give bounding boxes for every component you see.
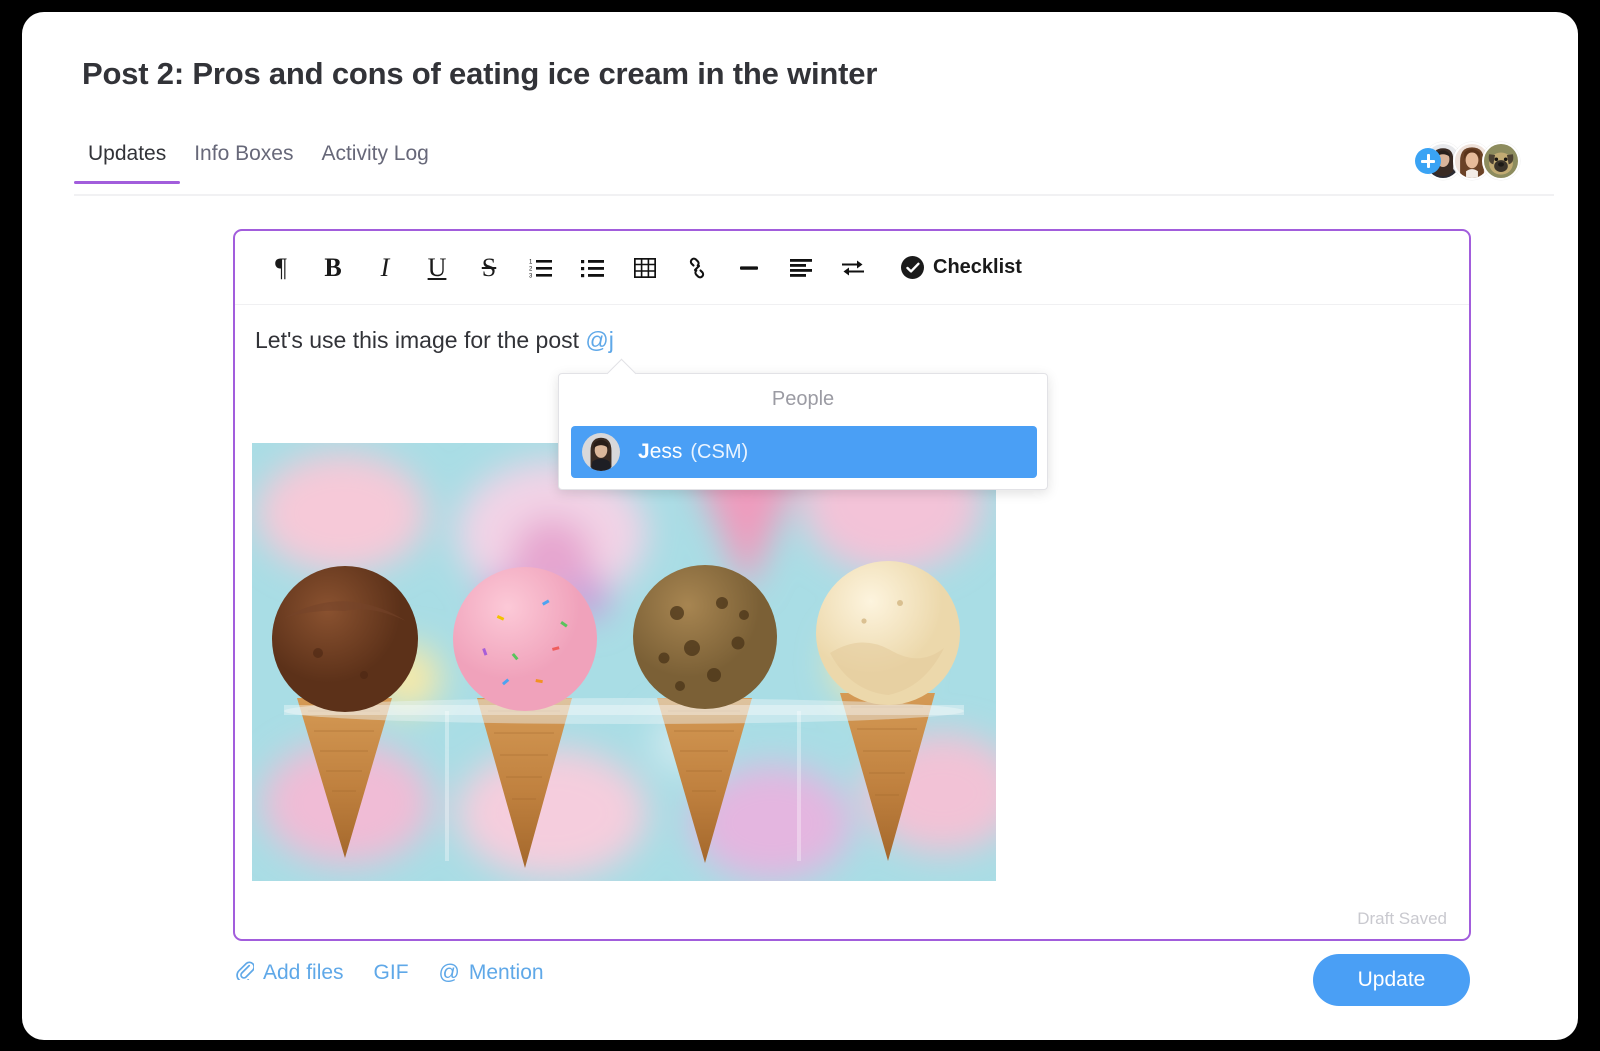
editor-footer-actions: Add files GIF @ Mention — [235, 960, 544, 986]
ordered-list-icon[interactable]: 1 2 3 — [515, 248, 567, 288]
post-text-plain: Let's use this image for the post — [255, 327, 586, 353]
mention-option-name: Jess — [638, 440, 682, 464]
paragraph-icon[interactable]: ¶ — [255, 248, 307, 288]
mention-button[interactable]: @ Mention — [439, 961, 544, 985]
table-icon[interactable] — [619, 248, 671, 288]
svg-text:2: 2 — [529, 266, 533, 272]
checklist-button[interactable]: Checklist — [901, 256, 1022, 279]
tab-activity-log-label: Activity Log — [321, 142, 429, 165]
tab-bar: Updates Info Boxes Activity Log — [74, 142, 1554, 196]
draft-saved-status: Draft Saved — [1357, 909, 1447, 928]
tab-updates[interactable]: Updates — [74, 142, 181, 184]
mention-dropdown-header: People — [771, 388, 835, 410]
mention-dropdown: People Jess (CSM) — [558, 373, 1048, 490]
italic-button[interactable]: I — [359, 248, 411, 288]
mention-avatar — [582, 433, 620, 471]
align-left-icon[interactable] — [775, 248, 827, 288]
svg-text:3: 3 — [529, 273, 533, 279]
ice-cream-image[interactable] — [252, 443, 996, 881]
gif-label: GIF — [373, 961, 409, 984]
gif-button[interactable]: GIF — [374, 961, 409, 985]
italic-glyph: I — [380, 252, 390, 282]
add-person-button[interactable] — [1415, 148, 1441, 174]
check-circle-icon — [901, 256, 924, 279]
mention-option-jess[interactable]: Jess (CSM) — [571, 426, 1037, 478]
strikethrough-button[interactable]: S — [463, 248, 515, 288]
tab-activity-log[interactable]: Activity Log — [307, 142, 442, 182]
add-files-button[interactable]: Add files — [235, 960, 344, 986]
link-icon[interactable] — [671, 248, 723, 288]
underline-button[interactable]: U — [411, 248, 463, 288]
update-button[interactable]: Update — [1313, 954, 1470, 1006]
avatar-pug-dog[interactable] — [1482, 142, 1520, 180]
mention-token: @j — [585, 327, 614, 353]
mention-name-matched: J — [638, 440, 650, 463]
bold-glyph: B — [324, 252, 342, 282]
checklist-label: Checklist — [933, 256, 1022, 278]
avatar-group — [1415, 142, 1520, 180]
post-text: Let's use this image for the post @j — [255, 327, 1469, 354]
at-symbol-icon: @ — [438, 961, 460, 984]
post-card: Post 2: Pros and cons of eating ice crea… — [22, 12, 1578, 1040]
swap-arrows-icon[interactable] — [827, 248, 879, 288]
svg-text:1: 1 — [529, 259, 533, 265]
paragraph-glyph: ¶ — [275, 252, 287, 282]
mention-label: Mention — [468, 961, 544, 984]
add-files-label: Add files — [263, 961, 344, 984]
paperclip-icon — [235, 960, 255, 986]
page-title: Post 2: Pros and cons of eating ice crea… — [82, 56, 878, 91]
bullet-list-icon[interactable] — [567, 248, 619, 288]
bold-button[interactable]: B — [307, 248, 359, 288]
underline-glyph: U — [427, 252, 447, 282]
tab-info-boxes-label: Info Boxes — [194, 142, 294, 165]
tab-info-boxes[interactable]: Info Boxes — [180, 142, 307, 182]
mention-option-role: (CSM) — [690, 440, 749, 463]
editor-toolbar: ¶ B I U S 1 2 3 Checklist — [235, 231, 1469, 305]
tab-updates-label: Updates — [88, 142, 167, 165]
horizontal-rule-icon[interactable] — [723, 248, 775, 288]
strikethrough-glyph: S — [481, 252, 497, 282]
mention-name-rest: ess — [649, 440, 683, 463]
